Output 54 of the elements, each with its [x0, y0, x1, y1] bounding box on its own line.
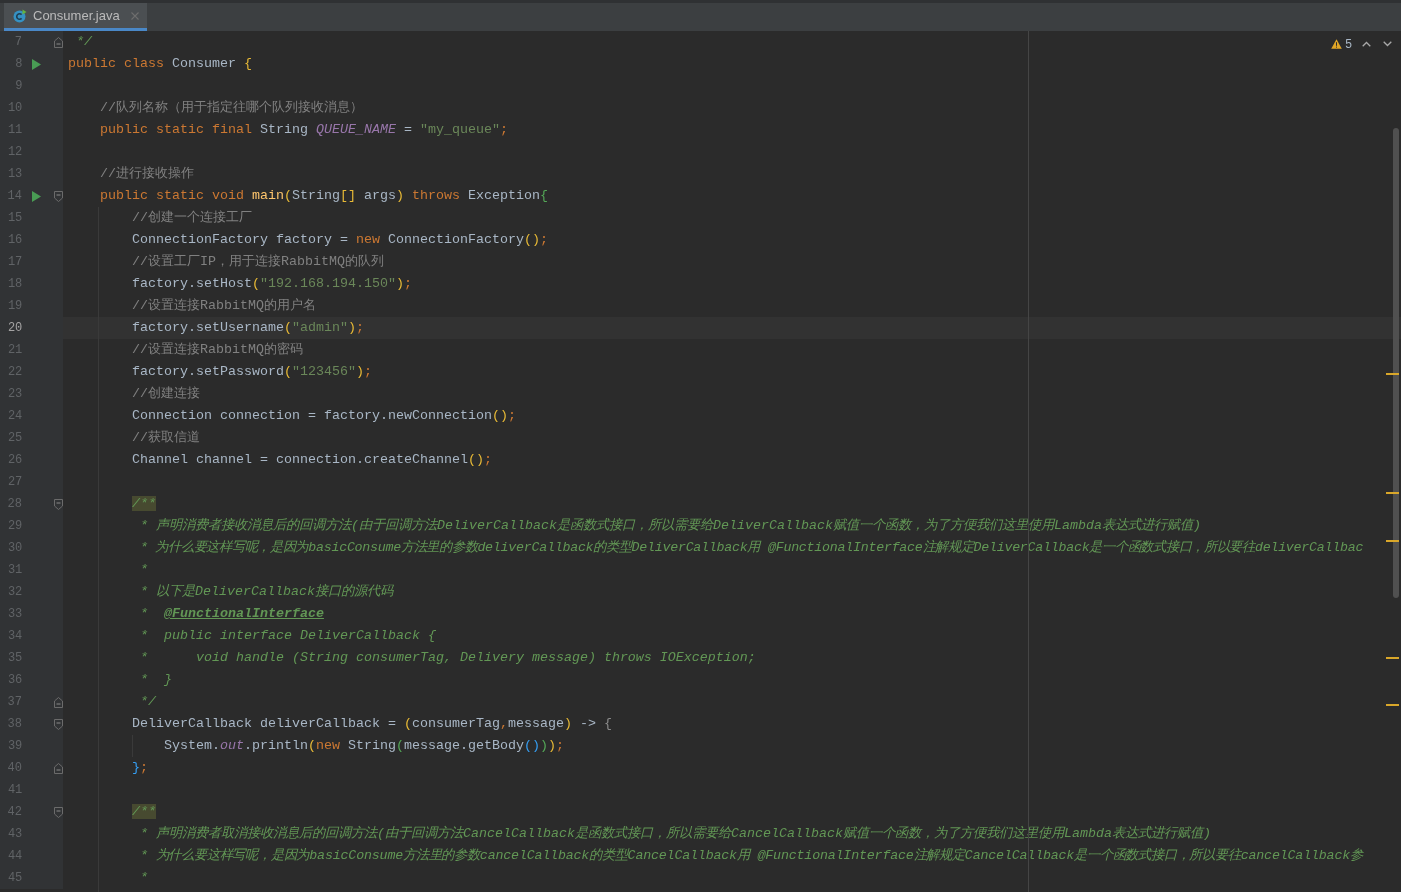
- fold-marker-icon[interactable]: [54, 718, 63, 730]
- fold-marker-icon[interactable]: [54, 762, 63, 774]
- class-file-icon: [13, 8, 27, 23]
- code-line: *: [140, 869, 148, 887]
- file-tab[interactable]: Consumer.java: [4, 3, 147, 31]
- warning-marker[interactable]: [1386, 373, 1399, 375]
- code-line: public static final String QUEUE_NAME = "my_queue";: [100, 121, 508, 139]
- code-line: };: [132, 759, 148, 777]
- code-line: factory.setHost("192.168.194.150");: [132, 275, 412, 293]
- code-line: //设置连接RabbitMQ的用户名: [132, 297, 316, 315]
- code-line: * }: [140, 671, 172, 689]
- code-line: */: [76, 33, 92, 51]
- code-line: //创建连接: [132, 385, 200, 403]
- warning-marker[interactable]: [1386, 492, 1399, 494]
- code-line: //设置工厂IP，用于连接RabbitMQ的队列: [132, 253, 384, 271]
- play-icon[interactable]: [31, 190, 41, 202]
- chevron-down-icon[interactable]: [1383, 41, 1392, 47]
- fold-marker-icon[interactable]: [54, 696, 63, 708]
- play-icon[interactable]: [32, 58, 42, 70]
- warnings-button[interactable]: 5: [1331, 37, 1352, 51]
- code-line: * 以下是DeliverCallback接口的源代码: [140, 583, 393, 601]
- line-number: 20: [6, 320, 23, 337]
- code-line: * 为什么要这样写呢，是因为basicConsume方法里的参数deliverCallback的类型DeliverCallback用 @FunctionalInterface注解规定DeliverCallback是一个函数式接口，所以要往deliverCallbac: [140, 539, 1364, 557]
- code-line: System.out.println(new String(message.getBody()));: [164, 737, 564, 755]
- code-line: ConnectionFactory factory = new ConnectionFactory();: [132, 231, 548, 249]
- code-line: Connection connection = factory.newConnection();: [132, 407, 516, 425]
- code-line: *: [140, 561, 148, 579]
- fold-marker-icon[interactable]: [54, 806, 63, 818]
- warning-marker[interactable]: [1386, 704, 1399, 706]
- code-line: //进行接收操作: [100, 165, 194, 183]
- code-line: * @FunctionalInterface: [140, 605, 324, 623]
- code-line: public class Consumer {: [68, 55, 252, 73]
- code-line: * void handle (String consumerTag, Delivery message) throws IOException;: [140, 649, 756, 667]
- chevron-up-icon[interactable]: [1362, 41, 1371, 47]
- code-line: factory.setPassword("123456");: [132, 363, 372, 381]
- code-line: //获取信道: [132, 429, 200, 447]
- code-line: * public interface DeliverCallback {: [140, 627, 436, 645]
- scrollbar-thumb[interactable]: [1393, 128, 1399, 598]
- fold-marker-icon[interactable]: [54, 36, 63, 48]
- warning-marker[interactable]: [1386, 540, 1399, 542]
- code-line: public static void main(String[] args) throws Exception{: [100, 187, 548, 205]
- code-line: * 声明消费者接收消息后的回调方法(由于回调方法DeliverCallback是函数式接口，所以需要给DeliverCallback赋值一个函数，为了方便我们这里使用Lambda表达式进行赋值): [140, 517, 1201, 535]
- warning-icon: [1331, 39, 1343, 49]
- code-line: */: [140, 693, 156, 711]
- code-line: //设置连接RabbitMQ的密码: [132, 341, 303, 359]
- code-line: DeliverCallback deliverCallback = (consumerTag,message) -> {: [132, 715, 612, 733]
- code-line: Channel channel = connection.createChannel();: [132, 451, 492, 469]
- close-icon[interactable]: [130, 11, 139, 20]
- code-line: //队列名称（用于指定往哪个队列接收消息）: [100, 99, 363, 117]
- fold-marker-icon[interactable]: [54, 498, 63, 510]
- code-line: factory.setUsername("admin");: [132, 319, 364, 337]
- fold-marker-icon[interactable]: [54, 190, 63, 202]
- code-line: * 为什么要这样写呢，是因为basicConsume方法里的参数cancelCallback的类型CancelCallback用 @FunctionalInterface注解规定CancelCallback是一个函数式接口，所以要往cancelCallback参: [140, 847, 1363, 865]
- warning-marker[interactable]: [1386, 657, 1399, 659]
